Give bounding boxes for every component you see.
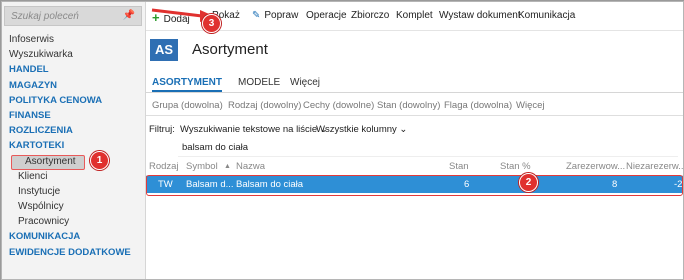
sidebar-item-komunikacja[interactable]: KOMUNIKACJA	[2, 229, 145, 244]
sidebar-item-rozliczenia[interactable]: ROZLICZENIA	[2, 123, 145, 138]
annotation-badge-3: 3	[202, 14, 221, 33]
row-highlight-outline	[146, 175, 683, 196]
sidebar-item-wyszukiwarka[interactable]: Wyszukiwarka	[2, 47, 145, 62]
sidebar-item-label: Asortyment	[25, 155, 76, 167]
sort-asc-icon[interactable]: ▲	[224, 163, 231, 170]
communication-button[interactable]: Komunikacja	[518, 10, 575, 21]
command-search-input[interactable]: Szukaj poleceń 📌	[4, 6, 142, 26]
tab-bar: ASORTYMENT MODELE Więcej	[146, 74, 683, 93]
filter-cechy[interactable]: Cechy (dowolne)	[303, 100, 374, 111]
sidebar-item-infoserwis[interactable]: Infoserwis	[2, 32, 145, 47]
bulk-button[interactable]: Zbiorczo	[351, 10, 389, 21]
pin-icon[interactable]: 📌	[123, 10, 135, 21]
tab-wiecej[interactable]: Więcej	[290, 77, 320, 88]
sidebar-item-finanse[interactable]: FINANSE	[2, 108, 145, 123]
filter-flaga[interactable]: Flaga (dowolna)	[444, 100, 512, 111]
group-filter-bar: Grupa (dowolna) Rodzaj (dowolny) Cechy (…	[146, 97, 683, 116]
sidebar-item-wspolnicy[interactable]: Wspólnicy	[2, 199, 145, 214]
col-nazwa[interactable]: Nazwa	[236, 161, 265, 172]
filter-row: Filtruj: Wyszukiwanie tekstowe na liście…	[146, 122, 683, 138]
sidebar-item-kartoteki[interactable]: KARTOTEKI	[2, 138, 145, 153]
filter-stan[interactable]: Stan (dowolny)	[377, 100, 440, 111]
page-title: Asortyment	[192, 41, 268, 58]
sidebar-item-polityka-cenowa[interactable]: POLITYKA CENOWA	[2, 93, 145, 108]
filter-search-input[interactable]: balsam do ciała	[178, 140, 678, 157]
table-header: Rodzaj Symbol ▲ Nazwa Stan Stan % Zareze…	[146, 158, 684, 176]
sidebar-item-magazyn[interactable]: MAGAZYN	[2, 78, 145, 93]
col-symbol[interactable]: Symbol	[186, 161, 218, 172]
operations-button[interactable]: Operacje	[306, 10, 347, 21]
col-niezarezerwowane[interactable]: Niezarezerw...	[626, 161, 684, 172]
annotation-badge-1: 1	[90, 151, 109, 170]
col-stan[interactable]: Stan	[449, 161, 469, 172]
sidebar-item-asortyment[interactable]: Asortyment	[2, 154, 145, 170]
col-stan-pct[interactable]: Stan %	[500, 161, 531, 172]
page-header: AS Asortyment	[146, 32, 683, 70]
sidebar-item-pracownicy[interactable]: Pracownicy	[2, 214, 145, 229]
module-badge: AS	[150, 39, 178, 61]
filter-columns-select[interactable]: Wszystkie kolumny ⌄	[316, 124, 407, 135]
issue-document-button[interactable]: Wystaw dokument	[439, 10, 521, 21]
filter-mode-select[interactable]: Wyszukiwanie tekstowe na liście ⌄	[180, 124, 328, 135]
app-window: Szukaj poleceń 📌 Infoserwis Wyszukiwarka…	[1, 1, 684, 280]
sidebar-item-handel[interactable]: HANDEL	[2, 62, 145, 77]
filter-label: Filtruj:	[149, 124, 175, 135]
sidebar-nav: Infoserwis Wyszukiwarka HANDEL MAGAZYN P…	[2, 32, 145, 260]
filter-rodzaj[interactable]: Rodzaj (dowolny)	[228, 100, 301, 111]
tab-asortyment[interactable]: ASORTYMENT	[152, 77, 222, 92]
col-zarezerwowane[interactable]: Zarezerwow...	[566, 161, 625, 172]
tab-modele[interactable]: MODELE	[238, 77, 280, 88]
fix-button[interactable]: ✎ Popraw	[252, 10, 298, 21]
filter-grupa[interactable]: Grupa (dowolna)	[152, 100, 223, 111]
search-placeholder: Szukaj poleceń	[11, 11, 79, 22]
sidebar: Szukaj poleceń 📌 Infoserwis Wyszukiwarka…	[2, 2, 146, 279]
sidebar-item-ewidencje[interactable]: EWIDENCJE DODATKOWE	[2, 245, 145, 260]
toolbar: +Dodaj ○Pokaż ✎Popraw Operacje Zbiorczo …	[146, 2, 683, 31]
sidebar-item-klienci[interactable]: Klienci	[2, 169, 145, 184]
filter-wiecej[interactable]: Więcej	[516, 100, 545, 111]
fix-label: Popraw	[264, 10, 299, 21]
col-rodzaj[interactable]: Rodzaj	[149, 161, 179, 172]
set-button[interactable]: Komplet	[396, 10, 433, 21]
filter-search-value: balsam do ciała	[182, 142, 249, 153]
pencil-icon: ✎	[252, 10, 261, 21]
sidebar-item-instytucje[interactable]: Instytucje	[2, 184, 145, 199]
annotation-badge-2: 2	[519, 173, 538, 192]
